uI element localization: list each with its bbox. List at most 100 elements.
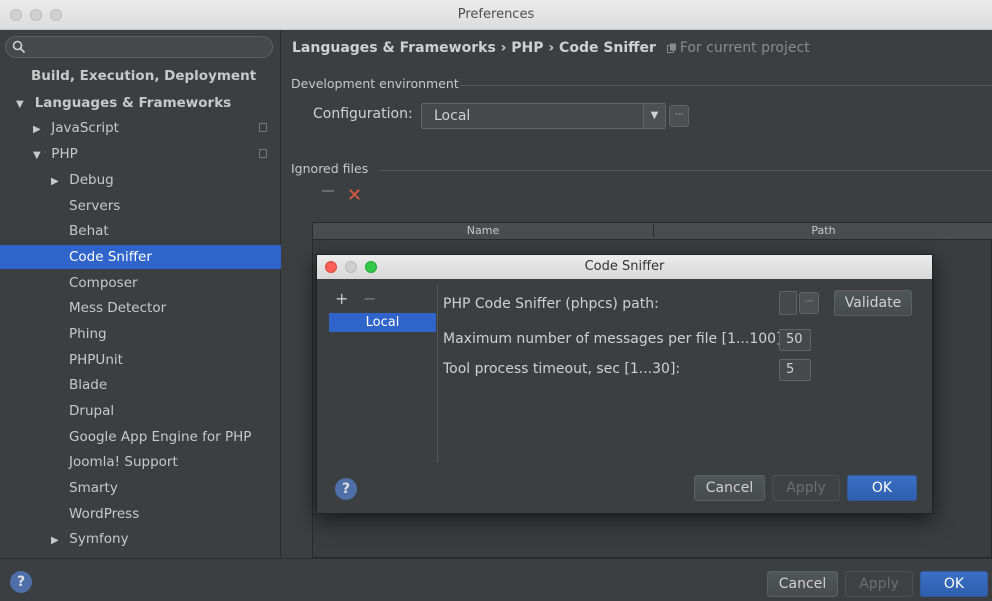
close-dialog-button[interactable]	[325, 261, 337, 273]
configure-interpreters-button[interactable]: ···	[669, 105, 689, 127]
max-messages-label: Maximum number of messages per file [1..…	[443, 331, 787, 347]
remove-icon[interactable]: ✕	[347, 187, 362, 205]
sidebar-item-smarty[interactable]: Smarty	[0, 476, 281, 500]
sidebar-item-label: Joomla! Support	[69, 454, 178, 470]
browse-path-button[interactable]: ···	[799, 292, 819, 314]
dialog-window-controls	[325, 261, 377, 273]
section-divider	[380, 170, 992, 171]
dialog-apply-button[interactable]: Apply	[772, 475, 840, 501]
scope-label: For current project	[679, 40, 810, 56]
sidebar-item-label: PHPUnit	[69, 352, 123, 368]
dialog-titlebar: Code Sniffer	[317, 255, 932, 279]
dialog-cancel-button[interactable]: Cancel	[694, 475, 765, 501]
column-header-path[interactable]: Path	[653, 224, 992, 237]
configuration-label: Configuration:	[313, 106, 413, 122]
dialog-title: Code Sniffer	[584, 259, 665, 274]
search-icon	[12, 40, 26, 54]
settings-sidebar: Build, Execution, Deployment ▼ Languages…	[0, 30, 281, 558]
sidebar-item-mess-detector[interactable]: Mess Detector	[0, 296, 281, 320]
collapse-arrow-icon[interactable]: ▶	[51, 529, 65, 553]
sidebar-item-servers[interactable]: Servers	[0, 194, 281, 218]
ok-button[interactable]: OK	[920, 571, 988, 597]
timeout-label: Tool process timeout, sec [1...30]:	[443, 361, 681, 377]
project-scope-icon	[259, 123, 267, 132]
sidebar-item-symfony[interactable]: ▶ Symfony	[0, 527, 281, 551]
table-header: Name Path	[313, 223, 992, 240]
sidebar-item-behat[interactable]: Behat	[0, 219, 281, 243]
sidebar-item-label: Servers	[69, 198, 121, 214]
phpcs-path-label: PHP Code Sniffer (phpcs) path:	[443, 296, 659, 312]
scope-note: For current project	[666, 40, 810, 56]
remove-disabled-icon[interactable]	[322, 190, 334, 192]
help-icon[interactable]: ?	[335, 478, 357, 500]
sidebar-item-label: Composer	[69, 275, 138, 291]
sidebar-item-label: Debug	[69, 172, 114, 188]
code-sniffer-dialog: Code Sniffer + − Local PHP Code Sniffer …	[316, 254, 933, 514]
project-scope-icon	[259, 149, 267, 158]
sidebar-item-label: Drupal	[69, 403, 115, 419]
phpcs-path-input[interactable]	[779, 291, 797, 315]
dialog-button-bar: ? Cancel Apply OK	[0, 558, 992, 601]
window-titlebar: Preferences	[0, 0, 992, 30]
sidebar-item-label: WordPress	[69, 506, 140, 522]
sidebar-item-build-execution-deployment[interactable]: Build, Execution, Deployment	[0, 64, 281, 88]
sidebar-item-wordpress[interactable]: WordPress	[0, 502, 281, 526]
sidebar-item-code-sniffer[interactable]: Code Sniffer	[0, 245, 281, 269]
sidebar-item-javascript[interactable]: ▶ JavaScript	[0, 116, 281, 140]
expand-arrow-icon[interactable]: ▼	[33, 144, 47, 168]
sidebar-item-phing[interactable]: Phing	[0, 322, 281, 346]
breadcrumb: Languages & Frameworks › PHP › Code Snif…	[292, 40, 810, 56]
dialog-divider	[437, 285, 438, 463]
window-title: Preferences	[457, 7, 535, 22]
sidebar-item-label: JavaScript	[51, 120, 119, 136]
remove-configuration-button[interactable]: −	[363, 289, 376, 308]
copy-scope-icon	[666, 43, 676, 53]
timeout-input[interactable]: 5	[779, 359, 811, 381]
collapse-arrow-icon[interactable]: ▶	[51, 170, 65, 194]
sidebar-item-composer[interactable]: Composer	[0, 271, 281, 295]
ignored-files-header: Ignored files	[291, 161, 369, 176]
sidebar-item-label: Languages & Frameworks	[34, 95, 232, 111]
sidebar-item-languages-frameworks[interactable]: ▼ Languages & Frameworks	[0, 91, 281, 115]
sidebar-item-label: Symfony	[69, 531, 129, 547]
validate-button[interactable]: Validate	[834, 290, 912, 316]
dropdown-arrow-icon[interactable]: ▼	[643, 104, 665, 128]
configuration-value: Local	[434, 108, 471, 124]
zoom-window-button[interactable]	[50, 9, 62, 21]
sidebar-item-google-app-engine[interactable]: Google App Engine for PHP	[0, 425, 281, 449]
close-window-button[interactable]	[10, 9, 22, 21]
window-controls	[10, 9, 62, 21]
configuration-select[interactable]: Local ▼	[421, 103, 666, 129]
sidebar-item-blade[interactable]: Blade	[0, 373, 281, 397]
sidebar-item-php[interactable]: ▼ PHP	[0, 142, 281, 166]
sidebar-item-phpunit[interactable]: PHPUnit	[0, 348, 281, 372]
sidebar-item-label: Blade	[69, 377, 108, 393]
dev-environment-header: Development environment	[291, 76, 459, 91]
collapse-arrow-icon[interactable]: ▶	[33, 118, 47, 142]
zoom-dialog-button[interactable]	[365, 261, 377, 273]
sidebar-item-label: Build, Execution, Deployment	[31, 68, 257, 84]
configuration-list-item[interactable]: Local	[329, 313, 436, 332]
sidebar-item-label: Google App Engine for PHP	[69, 429, 252, 445]
sidebar-item-debug[interactable]: ▶ Debug	[0, 168, 281, 192]
sidebar-item-label: Phing	[69, 326, 107, 342]
column-header-name[interactable]: Name	[313, 224, 653, 237]
apply-button[interactable]: Apply	[845, 571, 913, 597]
dialog-ok-button[interactable]: OK	[847, 475, 917, 501]
cancel-button[interactable]: Cancel	[767, 571, 838, 597]
sidebar-item-drupal[interactable]: Drupal	[0, 399, 281, 423]
help-icon[interactable]: ?	[10, 571, 32, 593]
sidebar-item-label: Smarty	[69, 480, 118, 496]
section-divider	[460, 85, 992, 86]
search-input[interactable]	[5, 36, 273, 58]
minimize-window-button[interactable]	[30, 9, 42, 21]
add-configuration-button[interactable]: +	[335, 289, 348, 308]
sidebar-item-joomla[interactable]: Joomla! Support	[0, 450, 281, 474]
minimize-dialog-button[interactable]	[345, 261, 357, 273]
max-messages-input[interactable]: 50	[779, 329, 811, 351]
sidebar-item-label: Behat	[69, 223, 109, 239]
breadcrumb-path: Languages & Frameworks › PHP › Code Snif…	[292, 40, 656, 56]
sidebar-item-label: PHP	[51, 146, 78, 162]
sidebar-item-label: Code Sniffer	[69, 249, 152, 265]
expand-arrow-icon[interactable]: ▼	[16, 93, 30, 117]
